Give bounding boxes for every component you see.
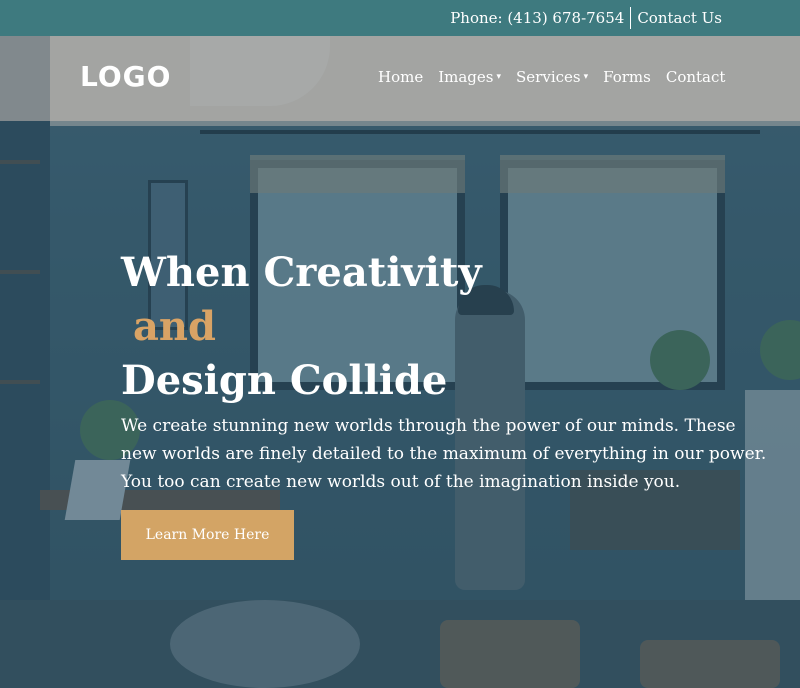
phone-number[interactable]: Phone: (413) 678-7654 bbox=[450, 9, 624, 27]
contact-us-link[interactable]: Contact Us bbox=[637, 9, 722, 27]
logo[interactable]: LOGO bbox=[80, 60, 171, 93]
nav-item-images[interactable]: Images ▾ bbox=[438, 68, 501, 86]
main-nav: Home Images ▾ Services ▾ Forms Contact bbox=[378, 68, 725, 86]
hero-title: When Creativity and Design Collide bbox=[121, 246, 482, 408]
learn-more-button[interactable]: Learn More Here bbox=[121, 510, 294, 560]
hero-title-line-2: and bbox=[121, 300, 482, 354]
hero-description: We create stunning new worlds through th… bbox=[121, 412, 791, 496]
nav-item-label: Services bbox=[516, 68, 581, 86]
nav-item-home[interactable]: Home bbox=[378, 68, 423, 86]
hero-description-line: We create stunning new worlds through th… bbox=[121, 416, 736, 436]
hero-title-line-1: When Creativity bbox=[121, 249, 482, 296]
nav-item-label: Forms bbox=[603, 68, 651, 86]
main-navbar: LOGO Home Images ▾ Services ▾ Forms Cont… bbox=[0, 36, 800, 121]
nav-item-forms[interactable]: Forms bbox=[603, 68, 651, 86]
hero-description-line: You too can create new worlds out of the… bbox=[121, 472, 681, 492]
caret-down-icon: ▾ bbox=[583, 72, 589, 82]
caret-down-icon: ▾ bbox=[496, 72, 502, 82]
top-contact-bar: Phone: (413) 678-7654 Contact Us bbox=[0, 0, 800, 36]
nav-item-label: Home bbox=[378, 68, 424, 86]
hero-description-line: new worlds are finely detailed to the ma… bbox=[121, 444, 767, 464]
nav-item-contact[interactable]: Contact bbox=[666, 68, 726, 86]
hero-title-line-3: Design Collide bbox=[121, 357, 448, 404]
hero-title-accent-word: and bbox=[133, 303, 216, 350]
divider bbox=[630, 7, 632, 29]
nav-item-services[interactable]: Services ▾ bbox=[516, 68, 588, 86]
nav-item-label: Images bbox=[438, 68, 494, 86]
nav-item-label: Contact bbox=[665, 68, 726, 86]
